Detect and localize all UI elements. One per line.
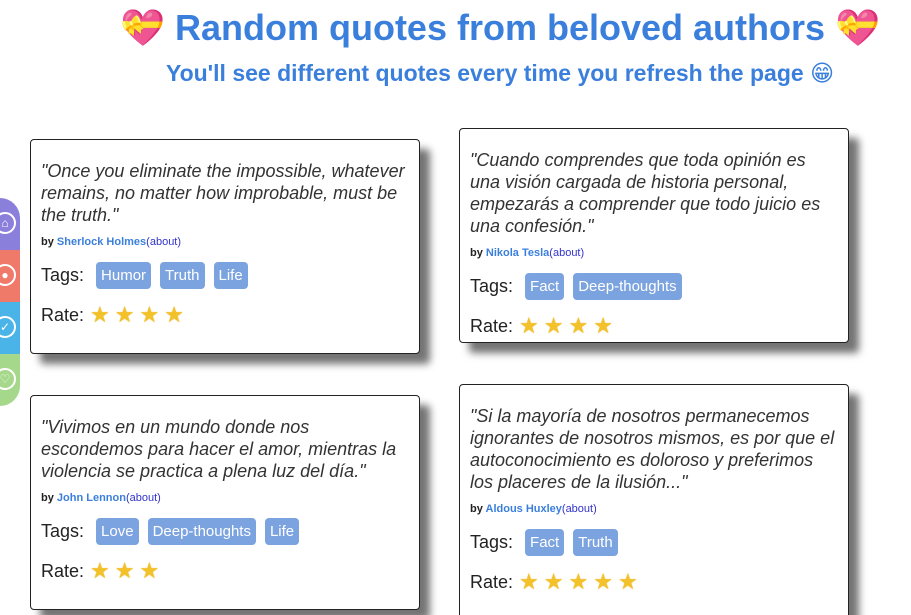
star-icon[interactable]: ★ xyxy=(544,313,564,339)
heart-icon: ♡ xyxy=(0,368,16,390)
star-icon[interactable]: ★ xyxy=(90,302,110,328)
by-label: by xyxy=(41,492,57,504)
star-icon[interactable]: ★ xyxy=(593,569,613,595)
star-icon[interactable]: ★ xyxy=(519,569,539,595)
tag-badge[interactable]: Truth xyxy=(573,529,618,556)
star-icon[interactable]: ★ xyxy=(140,558,160,584)
rating-row: Rate: ★ ★ ★ ★ xyxy=(470,313,838,339)
page-title: 💝 Random quotes from beloved authors 💝 xyxy=(120,7,880,48)
tag-badge[interactable]: Love xyxy=(96,518,139,545)
tags-label: Tags: xyxy=(470,532,514,552)
star-icon[interactable]: ★ xyxy=(115,558,135,584)
star-icon[interactable]: ★ xyxy=(90,558,110,584)
twitter-button[interactable]: ✓ xyxy=(0,302,20,354)
tag-badge[interactable]: Life xyxy=(264,518,300,545)
rate-label: Rate: xyxy=(470,315,514,336)
byline: by Aldous Huxley(about) xyxy=(470,503,838,515)
twitter-icon: ✓ xyxy=(0,316,16,338)
author-link[interactable]: Sherlock Holmes xyxy=(57,236,146,248)
page-subtitle: You'll see different quotes every time y… xyxy=(165,60,835,86)
by-label: by xyxy=(470,247,486,259)
quote-card: "Vivimos en un mundo donde nos escondemo… xyxy=(30,395,420,610)
author-link[interactable]: Nikola Tesla xyxy=(486,247,549,259)
about-link[interactable]: (about) xyxy=(146,236,181,248)
star-icon[interactable]: ★ xyxy=(569,569,589,595)
author-link[interactable]: John Lennon xyxy=(57,492,126,504)
byline: by John Lennon(about) xyxy=(41,492,409,504)
rate-label: Rate: xyxy=(41,304,85,325)
author-link[interactable]: Aldous Huxley xyxy=(486,503,562,515)
quote-text: "Once you eliminate the impossible, what… xyxy=(41,161,405,225)
tags-label: Tags: xyxy=(470,276,514,296)
github-button[interactable]: ● xyxy=(0,250,20,302)
tags-label: Tags: xyxy=(41,521,85,541)
star-icon[interactable]: ★ xyxy=(164,302,184,328)
star-icon[interactable]: ★ xyxy=(115,302,135,328)
by-label: by xyxy=(470,503,486,515)
about-link[interactable]: (about) xyxy=(562,503,597,515)
about-link[interactable]: (about) xyxy=(549,247,584,259)
home-icon: ⌂ xyxy=(0,212,16,234)
tag-badge[interactable]: Deep-thoughts xyxy=(147,518,256,545)
rate-label: Rate: xyxy=(470,571,514,592)
star-icon[interactable]: ★ xyxy=(140,302,160,328)
by-label: by xyxy=(41,236,57,248)
rating-row: Rate: ★ ★ ★ ★ ★ xyxy=(470,569,838,595)
rate-label: Rate: xyxy=(41,560,85,581)
byline: by Sherlock Holmes(about) xyxy=(41,236,409,248)
star-icon[interactable]: ★ xyxy=(569,313,589,339)
tags-row: Tags: Fact Truth xyxy=(470,529,838,556)
tags-label: Tags: xyxy=(41,265,85,285)
tag-badge[interactable]: Humor xyxy=(96,262,152,289)
tag-badge[interactable]: Deep-thoughts xyxy=(573,273,682,300)
star-icon[interactable]: ★ xyxy=(593,313,613,339)
tags-row: Tags: Humor Truth Life xyxy=(41,262,409,289)
tag-badge[interactable]: Fact xyxy=(525,529,565,556)
home-button[interactable]: ⌂ xyxy=(0,198,20,250)
quote-text: "Si la mayoría de nosotros permanecemos … xyxy=(470,406,835,492)
quote-text: "Cuando comprendes que toda opinión es u… xyxy=(470,150,821,236)
star-icon[interactable]: ★ xyxy=(618,569,638,595)
social-sidebar: ⌂ ● ✓ ♡ xyxy=(0,198,20,406)
star-icon[interactable]: ★ xyxy=(519,313,539,339)
quote-text: "Vivimos en un mundo donde nos escondemo… xyxy=(41,417,397,481)
tags-row: Tags: Fact Deep-thoughts xyxy=(470,273,838,300)
star-icon[interactable]: ★ xyxy=(544,569,564,595)
tags-row: Tags: Love Deep-thoughts Life xyxy=(41,518,409,545)
tag-badge[interactable]: Life xyxy=(213,262,248,289)
heart-button[interactable]: ♡ xyxy=(0,354,20,406)
byline: by Nikola Tesla(about) xyxy=(470,247,838,259)
about-link[interactable]: (about) xyxy=(126,492,161,504)
tag-badge[interactable]: Truth xyxy=(160,262,205,289)
github-icon: ● xyxy=(0,264,16,286)
rating-row: Rate: ★ ★ ★ ★ xyxy=(41,302,409,328)
quote-card: "Cuando comprendes que toda opinión es u… xyxy=(459,128,849,343)
rating-row: Rate: ★ ★ ★ xyxy=(41,558,409,584)
quote-card: "Once you eliminate the impossible, what… xyxy=(30,139,420,354)
tag-badge[interactable]: Fact xyxy=(525,273,565,300)
quote-card: "Si la mayoría de nosotros permanecemos … xyxy=(459,384,849,615)
